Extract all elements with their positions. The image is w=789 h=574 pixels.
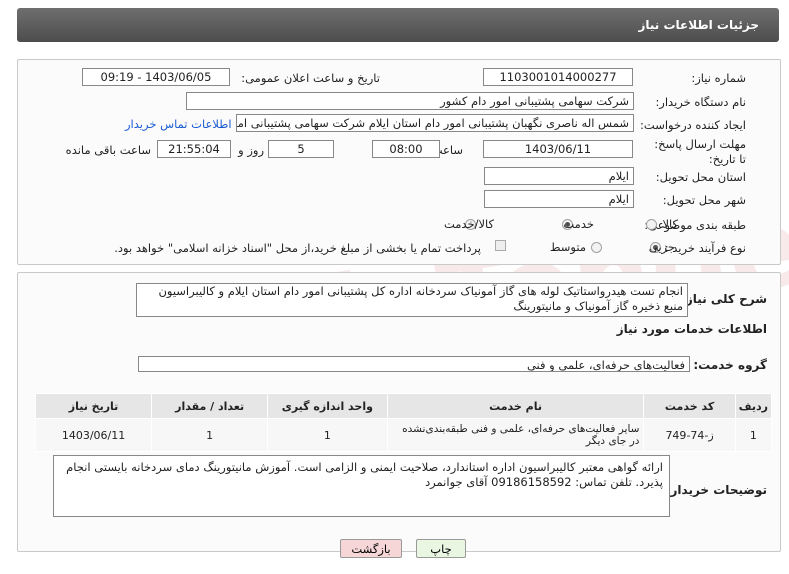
page-header: جزئیات اطلاعات نیاز — [17, 8, 779, 42]
city-label: شهر محل تحویل: — [662, 193, 746, 207]
deadline-time-field[interactable]: 08:00 — [372, 140, 440, 158]
col-quantity: تعداد / مقدار — [151, 393, 269, 419]
buyer-org-label: نام دستگاه خریدار: — [655, 95, 746, 109]
announce-date-field[interactable]: 1403/06/05 - 09:19 — [82, 68, 230, 86]
cell-unit: 1 — [267, 418, 388, 452]
summary-label: شرح کلی نیاز: — [681, 292, 767, 306]
days-field[interactable]: 5 — [268, 140, 334, 158]
col-service-name: نام خدمت — [386, 393, 645, 419]
province-field[interactable]: ایلام — [484, 167, 634, 185]
category-option-service: خدمت — [563, 217, 594, 231]
deadline-label: مهلت ارسال پاسخ: تا تاریخ: — [654, 137, 746, 166]
col-need-date: تاریخ نیاز — [34, 393, 153, 419]
service-group-label: گروه خدمت: — [693, 358, 767, 372]
back-button[interactable]: بازگشت — [340, 539, 402, 558]
creator-label: ایجاد کننده درخواست: — [640, 118, 746, 132]
buyer-org-field[interactable]: شرکت سهامی پشتیبانی امور دام کشور — [186, 92, 634, 110]
process-radio-medium[interactable] — [591, 242, 602, 253]
cell-service-code: ز-74-749 — [643, 418, 736, 452]
category-label: طبقه بندی موضوعی: — [644, 218, 746, 232]
need-number-field[interactable]: 1103001014000277 — [483, 68, 633, 86]
deadline-date-field[interactable]: 1403/06/11 — [483, 140, 633, 158]
city-field[interactable]: ایلام — [484, 190, 634, 208]
need-number-label: شماره نیاز: — [691, 71, 746, 85]
treasury-checkbox[interactable] — [495, 240, 506, 251]
table-row[interactable]: 1 ز-74-749 سایر فعالیت‌های حرفه‌ای، علمی… — [34, 418, 773, 452]
services-heading: اطلاعات خدمات مورد نیاز — [616, 322, 767, 336]
col-unit: واحد اندازه گیری — [267, 393, 388, 419]
category-option-goods: کالا — [662, 217, 678, 231]
process-label: نوع فرآیند خرید : — [664, 241, 746, 255]
process-option-minor: جزیی — [648, 240, 675, 254]
cell-row: 1 — [734, 418, 773, 452]
cell-service-name: سایر فعالیت‌های حرفه‌ای، علمی و فنی طبقه… — [386, 418, 645, 452]
page-title: جزئیات اطلاعات نیاز — [638, 18, 759, 32]
days-label: روز و — [238, 143, 264, 157]
treasury-text: پرداخت تمام یا بخشی از مبلغ خرید،از محل … — [114, 241, 481, 255]
services-table: ردیف کد خدمت نام خدمت واحد اندازه گیری ت… — [34, 393, 773, 452]
province-label: استان محل تحویل: — [655, 170, 746, 184]
announce-date-label: تاریخ و ساعت اعلان عمومی: — [241, 71, 380, 85]
col-service-code: کد خدمت — [643, 393, 736, 419]
table-header-row: ردیف کد خدمت نام خدمت واحد اندازه گیری ت… — [34, 393, 773, 419]
print-button[interactable]: چاپ — [416, 539, 466, 558]
remaining-time-field[interactable]: 21:55:04 — [157, 140, 231, 158]
col-row: ردیف — [734, 393, 773, 419]
remaining-time-label: ساعت باقی مانده — [65, 143, 151, 157]
service-group-field[interactable]: فعالیت‌های حرفه‌ای، علمی و فنی — [138, 356, 690, 372]
creator-field[interactable]: شمس اله ناصری نگهبان پشتیبانی امور دام ا… — [236, 114, 634, 132]
cell-quantity: 1 — [151, 418, 269, 452]
cell-need-date: 1403/06/11 — [34, 418, 153, 452]
category-radio-goods[interactable] — [646, 219, 657, 230]
buyer-contact-link[interactable]: اطلاعات تماس خریدار — [125, 117, 232, 131]
buyer-notes-textarea[interactable]: ارائه گواهی معتبر کالیبراسیون اداره استا… — [53, 455, 670, 517]
category-option-goods-service: کالا/خدمت — [443, 217, 494, 231]
process-option-medium: متوسط — [549, 240, 586, 254]
buyer-notes-label: توضیحات خریدار: — [665, 483, 767, 497]
summary-textarea[interactable]: انجام تست هیدرواستاتیک لوله های گاز آمون… — [136, 283, 688, 317]
